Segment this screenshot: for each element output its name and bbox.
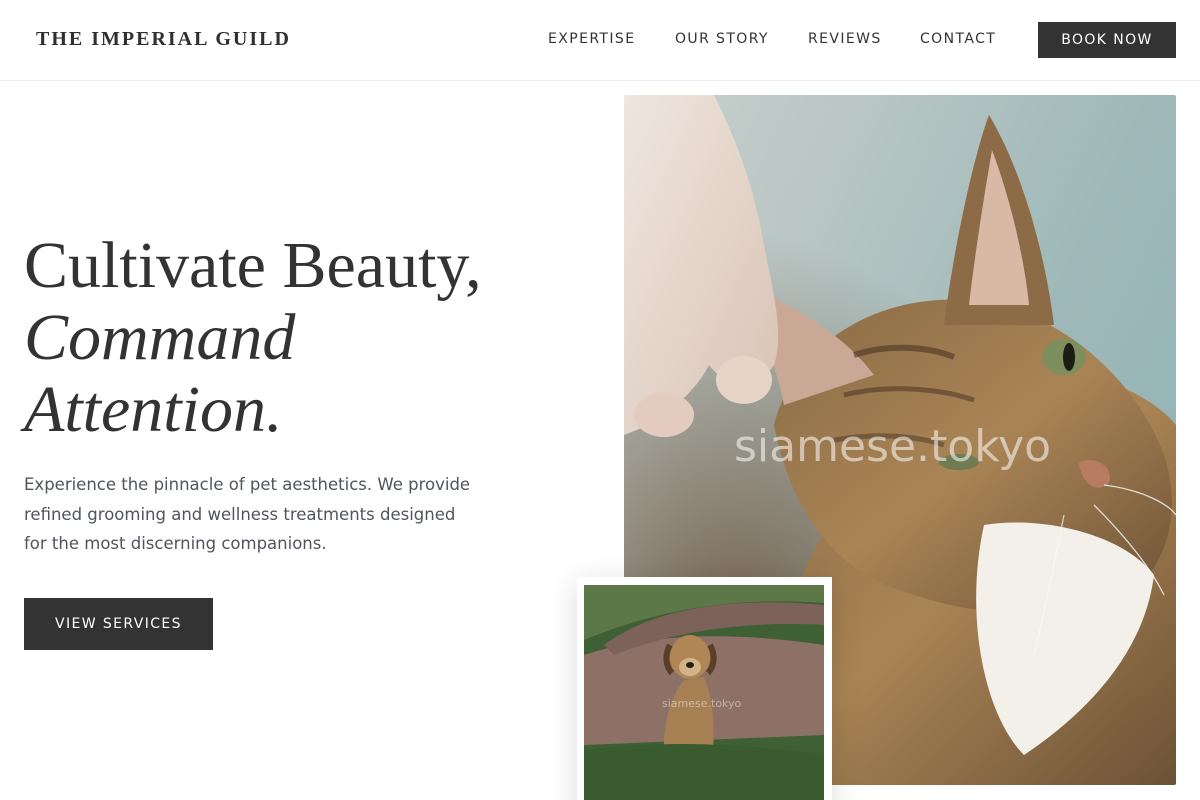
hero-title-line-3: Attention. — [24, 373, 283, 446]
dog-photo: siamese.tokyo — [584, 585, 824, 800]
nav-link-contact[interactable]: CONTACT — [920, 31, 996, 47]
book-now-button[interactable]: BOOK NOW — [1038, 22, 1176, 58]
view-services-button[interactable]: VIEW SERVICES — [24, 598, 213, 650]
hero-description: Experience the pinnacle of pet aesthetic… — [24, 475, 471, 553]
hero-title-line-2: Command — [24, 301, 296, 374]
nav-link-reviews[interactable]: REVIEWS — [808, 31, 882, 47]
hero-title-line-1: Cultivate Beauty, — [24, 229, 482, 302]
site-logo[interactable]: THE IMPERIAL GUILD — [36, 28, 291, 51]
hero-title: Cultivate Beauty, Command Attention. — [24, 230, 584, 446]
dog-illustration — [584, 585, 824, 800]
nav-link-expertise[interactable]: EXPERTISE — [548, 31, 635, 47]
nav-link-our-story[interactable]: OUR STORY — [675, 31, 769, 47]
site-header: THE IMPERIAL GUILD EXPERTISE OUR STORY R… — [0, 0, 1200, 81]
page: THE IMPERIAL GUILD EXPERTISE OUR STORY R… — [0, 0, 1200, 800]
dog-photo-card: siamese.tokyo — [577, 577, 832, 800]
